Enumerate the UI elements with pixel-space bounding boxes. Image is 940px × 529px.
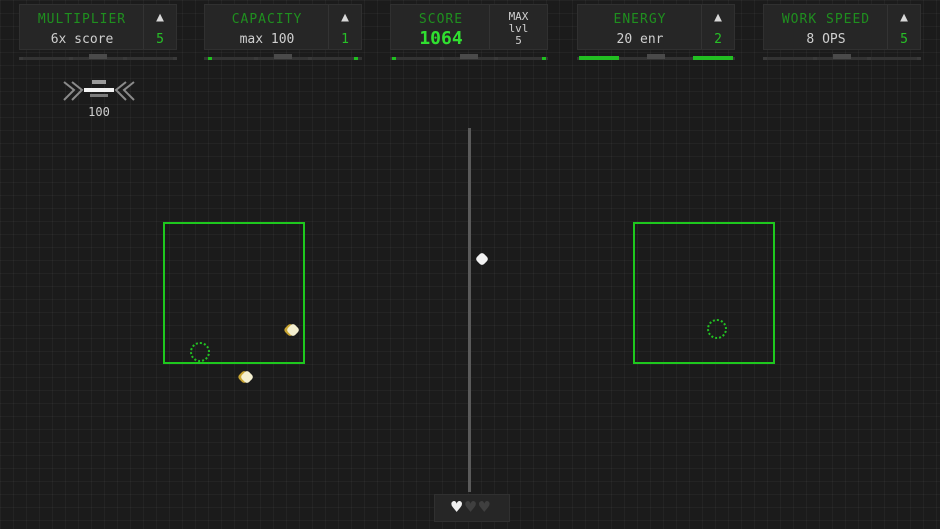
lives-indicator: ♥♥♥	[434, 494, 510, 522]
up-arrow-icon: ▲	[156, 10, 164, 25]
upgrade-progress-rail	[204, 54, 362, 60]
max-level-box: MAX lvl 5	[489, 5, 547, 49]
center-divider	[468, 128, 471, 492]
score-rail	[390, 54, 548, 60]
turret-label: 100	[88, 105, 110, 119]
upgrade-panel-capacity: CAPACITY max 100 ▲ 1	[204, 4, 362, 50]
upgrade-multiplier-button[interactable]: ▲ 5	[143, 5, 176, 49]
upgrade-level: 5	[900, 32, 908, 47]
ball	[239, 369, 255, 385]
upgrade-title: MULTIPLIER	[37, 12, 127, 27]
heart-icon: ♥	[478, 497, 493, 518]
turret-icon[interactable]	[62, 78, 136, 104]
upgrade-progress-rail	[577, 54, 735, 60]
upgrade-value: max 100	[239, 32, 295, 47]
up-arrow-icon: ▲	[714, 10, 722, 25]
up-arrow-icon: ▲	[900, 10, 908, 25]
upgrade-energy-button[interactable]: ▲ 2	[701, 5, 734, 49]
right-box[interactable]	[633, 222, 775, 364]
upgrade-level: 1	[341, 32, 349, 47]
upgrade-work-speed-button[interactable]: ▲ 5	[887, 5, 920, 49]
ball	[474, 251, 490, 267]
rail-knob	[833, 54, 851, 59]
upgrade-panel-work-speed: WORK SPEED 8 OPS ▲ 5	[763, 4, 921, 50]
score-panel: SCORE 1064 MAX lvl 5	[390, 4, 548, 50]
max-level-value: 5	[515, 34, 522, 47]
game-stage: MULTIPLIER 6x score ▲ 5 CAPACITY max 100…	[0, 0, 940, 529]
up-arrow-icon: ▲	[341, 10, 349, 25]
upgrade-capacity-button[interactable]: ▲ 1	[328, 5, 361, 49]
upgrade-title: WORK SPEED	[781, 12, 871, 27]
upgrade-level: 2	[714, 32, 722, 47]
rail-knob	[647, 54, 665, 59]
upgrade-panel-energy: ENERGY 20 enr ▲ 2	[577, 4, 735, 50]
left-box[interactable]	[163, 222, 305, 364]
upgrade-level: 5	[156, 32, 164, 47]
upgrade-title: ENERGY	[613, 12, 667, 27]
score-value: 1064	[419, 28, 463, 49]
target-ring-right	[707, 319, 727, 339]
score-title: SCORE	[418, 12, 464, 27]
rail-knob	[460, 54, 478, 59]
upgrade-progress-rail	[763, 54, 921, 60]
upgrade-value: 8 OPS	[806, 32, 846, 47]
upgrade-value: 20 enr	[616, 32, 664, 47]
upgrade-value: 6x score	[50, 32, 114, 47]
upgrade-progress-rail	[19, 54, 177, 60]
target-ring-left	[190, 342, 210, 362]
heart-icon: ♥	[465, 497, 479, 518]
upgrade-panel-multiplier: MULTIPLIER 6x score ▲ 5	[19, 4, 177, 50]
upgrade-title: CAPACITY	[231, 12, 303, 27]
heart-icon: ♥	[451, 497, 466, 518]
rail-knob	[89, 54, 107, 59]
rail-knob	[274, 54, 292, 59]
